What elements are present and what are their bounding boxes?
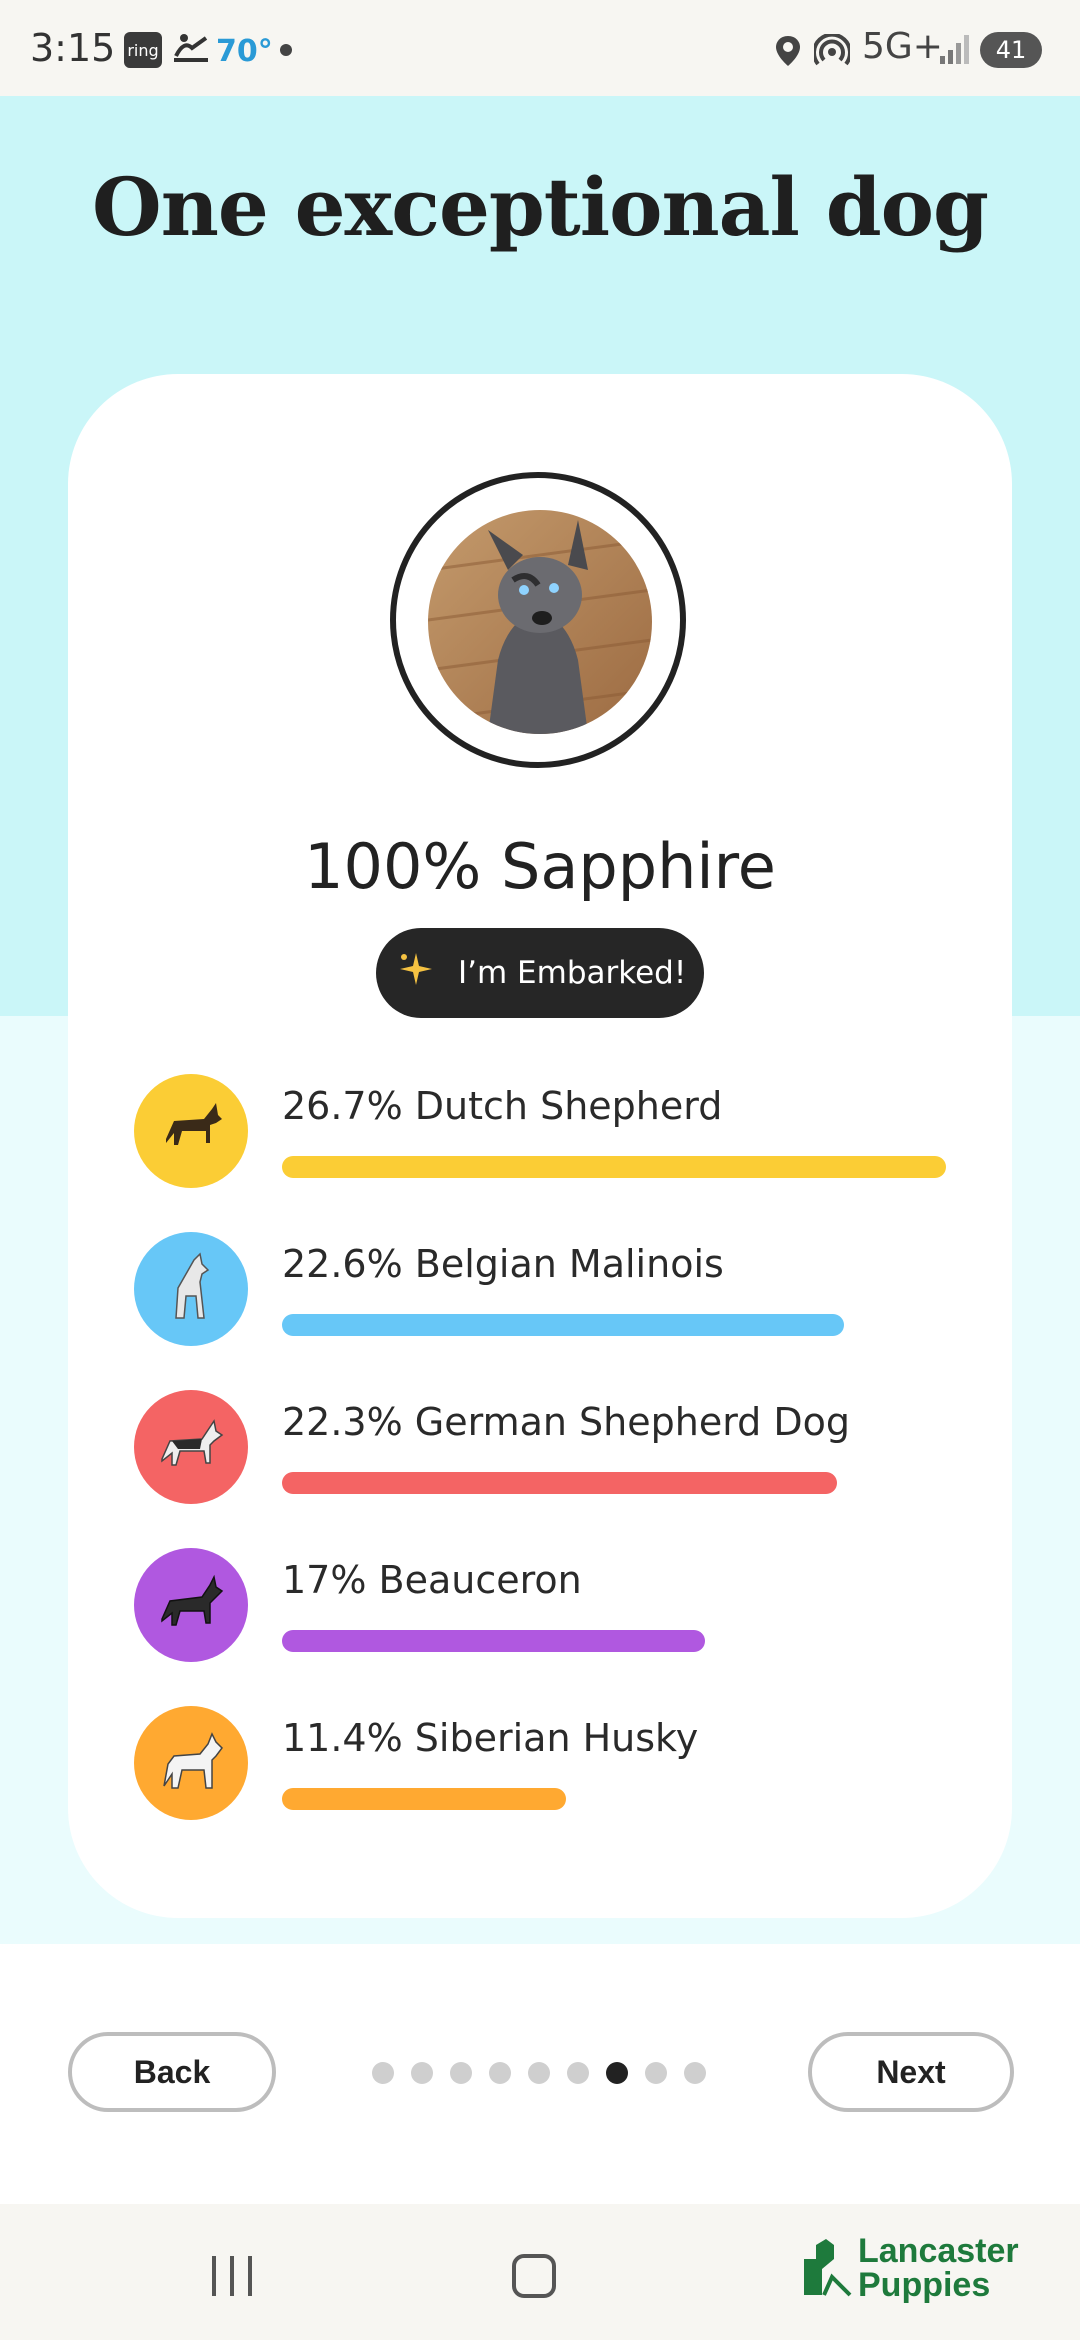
breed-icon-circle — [134, 1074, 248, 1188]
dog-avatar — [428, 510, 652, 734]
page-title: One exceptional dog — [92, 160, 989, 254]
breed-percentage-bar — [282, 1630, 705, 1652]
german-shepherd-icon — [156, 1415, 226, 1480]
brand-line-1: Lancaster — [858, 2232, 1019, 2270]
hotspot-icon — [812, 32, 852, 72]
weather-icon — [172, 30, 212, 70]
page-dot — [372, 2062, 394, 2084]
siberian-husky-icon — [156, 1726, 226, 1801]
belgian-malinois-icon — [156, 1251, 226, 1327]
home-icon[interactable] — [512, 2254, 556, 2298]
breed-row: 22.3% German Shepherd Dog — [134, 1390, 954, 1504]
page-dot-active — [606, 2062, 628, 2084]
notification-dot-icon — [280, 44, 292, 56]
page-dot — [411, 2062, 433, 2084]
breed-row: 17% Beauceron — [134, 1548, 954, 1662]
breed-label: 22.6% Belgian Malinois — [282, 1242, 724, 1286]
breed-label: 11.4% Siberian Husky — [282, 1716, 699, 1760]
breed-percentage-bar — [282, 1788, 566, 1810]
page-dot — [567, 2062, 589, 2084]
page-dot — [684, 2062, 706, 2084]
breed-row: 26.7% Dutch Shepherd — [134, 1074, 954, 1188]
breed-label: 17% Beauceron — [282, 1558, 582, 1602]
dog-breed-summary: 100% Sapphire — [304, 830, 776, 903]
breed-label: 22.3% German Shepherd Dog — [282, 1400, 850, 1444]
back-button[interactable]: Back — [68, 2032, 276, 2112]
breed-icon-circle — [134, 1390, 248, 1504]
breed-row: 11.4% Siberian Husky — [134, 1706, 954, 1820]
beauceron-icon — [156, 1573, 226, 1638]
page-dot — [489, 2062, 511, 2084]
system-nav-bar: Lancaster Puppies — [0, 2204, 1080, 2340]
page-dot — [528, 2062, 550, 2084]
next-button[interactable]: Next — [808, 2032, 1014, 2112]
breed-percentage-bar — [282, 1156, 946, 1178]
breed-label: 26.7% Dutch Shepherd — [282, 1084, 723, 1128]
brand-line-2: Puppies — [858, 2266, 991, 2304]
brand-name: Lancaster Puppies — [858, 2234, 1019, 2302]
page-dot — [450, 2062, 472, 2084]
battery-indicator: 41 — [980, 32, 1042, 68]
breed-icon-circle — [134, 1232, 248, 1346]
status-temperature: 70° — [216, 34, 273, 69]
breed-icon-circle — [134, 1706, 248, 1820]
status-time: 3:15 — [30, 26, 116, 70]
sparkle-icon — [396, 949, 436, 997]
status-bar: 3:15 ring 70° 5G+ 41 — [0, 0, 1080, 96]
breed-percentage-bar — [282, 1314, 844, 1336]
location-icon — [774, 34, 802, 72]
embarked-badge-label: I’m Embarked! — [458, 955, 687, 991]
breed-icon-circle — [134, 1548, 248, 1662]
ring-app-icon: ring — [124, 32, 162, 68]
network-type: 5G+ — [862, 26, 943, 67]
recent-apps-icon[interactable] — [210, 2254, 256, 2303]
embarked-badge[interactable]: I’m Embarked! — [376, 928, 704, 1018]
brand-logo: Lancaster Puppies — [796, 2234, 1019, 2302]
breed-percentage-bar — [282, 1472, 837, 1494]
breed-row: 22.6% Belgian Malinois — [134, 1232, 954, 1346]
signal-icon — [938, 32, 972, 70]
lancaster-puppies-logo-icon — [796, 2235, 852, 2302]
pagination-dots — [372, 2062, 706, 2084]
dutch-shepherd-icon — [156, 1099, 226, 1164]
page-dot — [645, 2062, 667, 2084]
